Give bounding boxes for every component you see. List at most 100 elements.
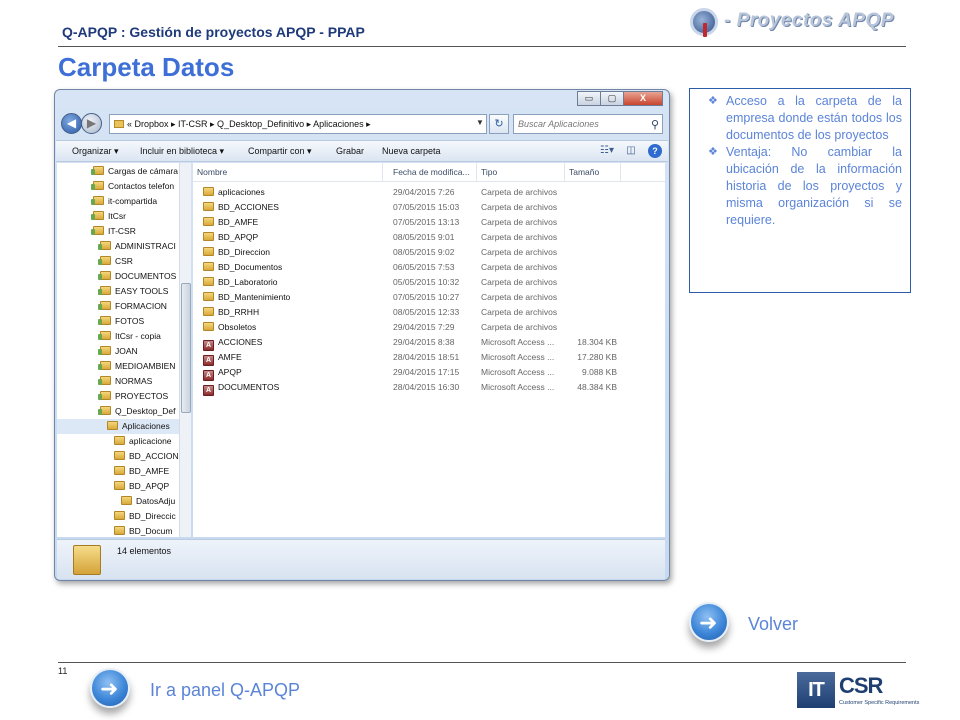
help-icon[interactable]: ? xyxy=(648,144,662,158)
tree-item-label: ADMINISTRACI xyxy=(115,241,176,251)
burn-button[interactable]: Grabar xyxy=(336,141,364,162)
file-name: DOCUMENTOS xyxy=(218,382,280,392)
tree-item[interactable]: ADMINISTRACI xyxy=(57,239,176,254)
header-divider xyxy=(58,46,906,47)
preview-pane-icon[interactable]: ◫ xyxy=(624,144,638,158)
itcsr-logo: IT CSR Customer Specific Requirements xyxy=(797,672,919,712)
tree-item[interactable]: Q_Desktop_Def xyxy=(57,404,175,419)
folder-icon xyxy=(114,120,124,128)
tree-item[interactable]: Contactos telefon xyxy=(57,179,174,194)
new-folder-button[interactable]: Nueva carpeta xyxy=(382,141,441,162)
file-row[interactable]: BD_Documentos 06/05/2015 7:53 Carpeta de a… xyxy=(193,260,665,275)
tree-scrollbar-thumb[interactable] xyxy=(181,283,191,413)
tree-item-label: ItCsr - copia xyxy=(115,331,161,341)
tree-item[interactable]: PROYECTOS xyxy=(57,389,168,404)
folder-icon xyxy=(98,256,111,265)
folder-icon xyxy=(91,166,104,175)
column-type[interactable]: Tipo xyxy=(477,163,565,181)
volver-arrow-icon[interactable] xyxy=(689,602,729,642)
close-button[interactable]: X xyxy=(623,91,663,106)
file-row[interactable]: aplicaciones 29/04/2015 7:26 Carpeta de ar… xyxy=(193,185,665,200)
tree-item[interactable]: BD_Docum xyxy=(57,524,172,537)
file-row[interactable]: BD_AMFE 07/05/2015 13:13 Carpeta de archiv… xyxy=(193,215,665,230)
tree-item[interactable]: MEDIOAMBIEN xyxy=(57,359,175,374)
search-icon[interactable]: ⚲ xyxy=(651,116,659,134)
file-size: 48.384 KB xyxy=(577,382,617,392)
forward-button[interactable]: ▶ xyxy=(81,113,102,134)
tree-item[interactable]: Aplicaciones xyxy=(57,419,181,434)
folder-icon xyxy=(98,391,111,400)
tree-item-label: BD_APQP xyxy=(129,481,170,491)
view-options-icon[interactable]: ☷▾ xyxy=(600,144,614,158)
file-row[interactable]: A APQP 29/04/2015 17:15 Microsoft Access ..… xyxy=(193,365,665,381)
column-modified[interactable]: Fecha de modifica... xyxy=(389,163,477,181)
tree-item-label: Contactos telefon xyxy=(108,181,175,191)
tree-item[interactable]: ItCsr xyxy=(57,209,126,224)
tree-item[interactable]: BD_AMFE xyxy=(57,464,169,479)
file-row[interactable]: A ACCIONES 29/04/2015 8:38 Microsoft Access… xyxy=(193,335,665,351)
file-row[interactable]: Obsoletos 29/04/2015 7:29 Carpeta de archi… xyxy=(193,320,665,335)
file-row[interactable]: A DOCUMENTOS 28/04/2015 16:30 Microsoft Acc… xyxy=(193,380,665,396)
tree-item-label: NORMAS xyxy=(115,376,153,386)
file-name: BD_Laboratorio xyxy=(218,277,278,287)
tree-item[interactable]: aplicacione xyxy=(57,434,172,449)
tree-item[interactable]: FOTOS xyxy=(57,314,144,329)
share-with-button[interactable]: Compartir con ▾ xyxy=(248,141,312,162)
tree-item[interactable]: it-compartida xyxy=(57,194,157,209)
file-date: 07/05/2015 13:13 xyxy=(393,217,460,227)
file-name-cell: aplicaciones xyxy=(203,185,265,200)
volver-link[interactable]: Volver xyxy=(748,614,798,635)
panel-link[interactable]: Ir a panel Q-APQP xyxy=(150,680,300,701)
panel-arrow-icon[interactable] xyxy=(90,668,130,708)
tree-item[interactable]: DatosAdju xyxy=(57,494,175,509)
tree-item[interactable]: BD_APQP xyxy=(57,479,169,494)
tree-item-label: Cargas de cámara xyxy=(108,166,178,176)
note-item: ❖ Ventaja: No cambiar la ubicación de la… xyxy=(708,144,902,229)
tree-item[interactable]: ItCsr - copia xyxy=(57,329,161,344)
file-row[interactable]: BD_APQP 08/05/2015 9:01 Carpeta de archivo… xyxy=(193,230,665,245)
tree-item[interactable]: NORMAS xyxy=(57,374,152,389)
file-row[interactable]: BD_Direccion 08/05/2015 9:02 Carpeta de ar… xyxy=(193,245,665,260)
tree-item[interactable]: CSR xyxy=(57,254,133,269)
file-type: Carpeta de archivos xyxy=(481,322,558,332)
file-name: AMFE xyxy=(218,352,242,362)
column-size[interactable]: Tamaño xyxy=(565,163,621,181)
file-row[interactable]: BD_Mantenimiento 07/05/2015 10:27 Carpeta … xyxy=(193,290,665,305)
tree-scrollbar[interactable] xyxy=(179,163,191,537)
file-row[interactable]: BD_RRHH 08/05/2015 12:33 Carpeta de archiv… xyxy=(193,305,665,320)
folder-icon xyxy=(98,376,111,385)
file-name: ACCIONES xyxy=(218,337,263,347)
file-row[interactable]: BD_Laboratorio 05/05/2015 10:32 Carpeta de… xyxy=(193,275,665,290)
file-type: Microsoft Access ... xyxy=(481,382,555,392)
file-name: aplicaciones xyxy=(218,187,265,197)
column-name[interactable]: Nombre xyxy=(193,163,383,181)
footer-divider xyxy=(58,662,906,663)
tree-item-label: BD_Docum xyxy=(129,526,173,536)
tree-item[interactable]: BD_Direccic xyxy=(57,509,176,524)
command-toolbar: Organizar ▾ Incluir en biblioteca ▾ Comp… xyxy=(56,140,668,162)
file-row[interactable]: BD_ACCIONES 07/05/2015 15:03 Carpeta de ar… xyxy=(193,200,665,215)
tree-item-label: IT-CSR xyxy=(108,226,136,236)
search-input[interactable]: Buscar Aplicaciones ⚲ xyxy=(513,114,663,134)
tree-item[interactable]: Cargas de cámara xyxy=(57,164,178,179)
address-dropdown-icon[interactable]: ▼ xyxy=(473,114,487,134)
file-name-cell: BD_Documentos xyxy=(203,260,282,275)
tree-item[interactable]: BD_ACCION xyxy=(57,449,179,464)
folder-icon xyxy=(203,292,214,301)
tree-item[interactable]: IT-CSR xyxy=(57,224,136,239)
file-date: 06/05/2015 7:53 xyxy=(393,262,455,272)
tree-item[interactable]: DOCUMENTOS xyxy=(57,269,176,284)
file-type: Carpeta de archivos xyxy=(481,232,558,242)
organize-button[interactable]: Organizar ▾ xyxy=(72,141,119,162)
item-count: 14 elementos xyxy=(117,546,172,556)
refresh-button[interactable]: ↻ xyxy=(489,114,509,134)
tree-item[interactable]: EASY TOOLS xyxy=(57,284,168,299)
file-row[interactable]: A AMFE 28/04/2015 18:51 Microsoft Access ..… xyxy=(193,350,665,366)
minimize-button[interactable]: ▭ xyxy=(577,91,601,106)
back-button[interactable]: ◀ xyxy=(61,113,82,134)
address-bar[interactable]: « Dropbox ▸ IT-CSR ▸ Q_Desktop_Definitiv… xyxy=(109,114,487,134)
include-library-button[interactable]: Incluir en biblioteca ▾ xyxy=(140,141,224,162)
tree-item[interactable]: FORMACION xyxy=(57,299,167,314)
maximize-button[interactable]: ▢ xyxy=(600,91,624,106)
tree-item[interactable]: JOAN xyxy=(57,344,138,359)
